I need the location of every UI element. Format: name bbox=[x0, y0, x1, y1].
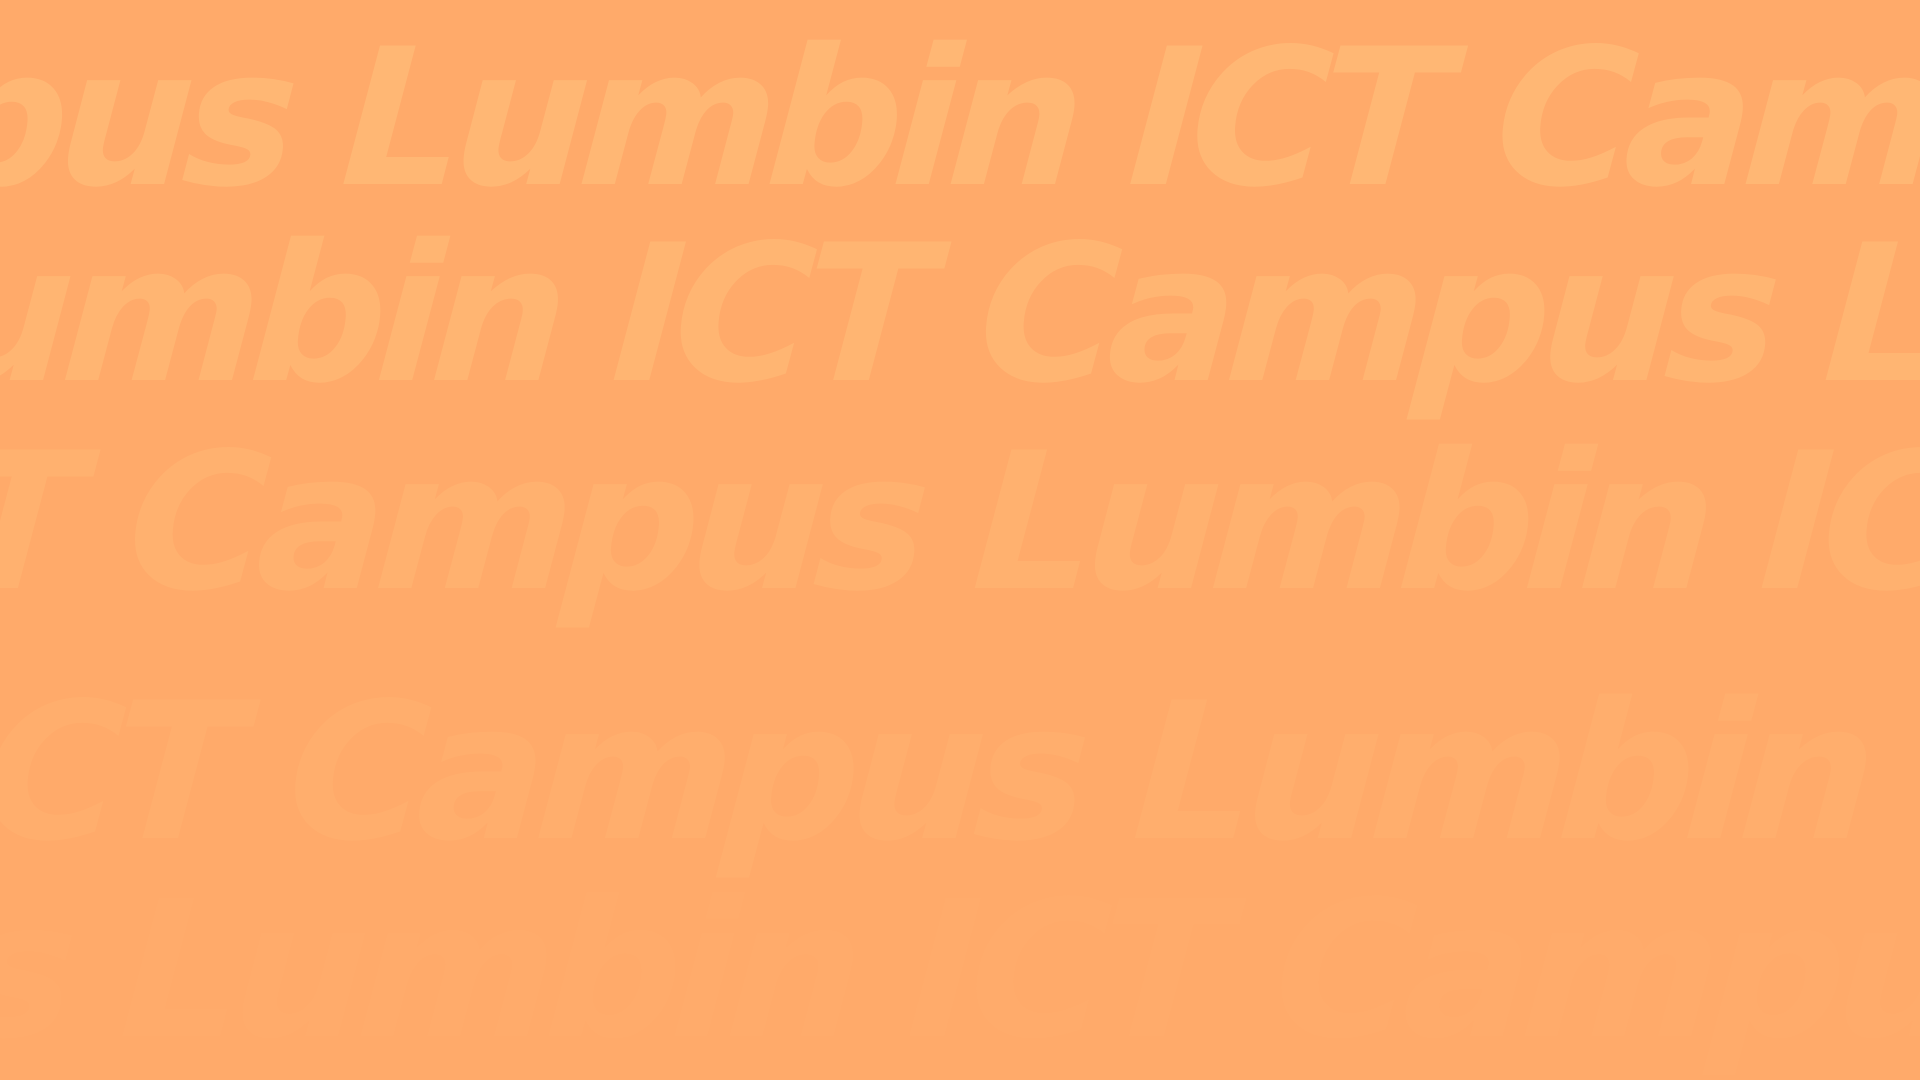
repeating-text-row-2: umbin ICT Campus Lu bbox=[0, 204, 1920, 425]
repeating-text-row-1: pus Lumbin ICT Camp bbox=[0, 8, 1920, 229]
row-text: s Lumbin ICT Campus bbox=[0, 860, 1920, 1080]
repeating-text-row-4: ICT Campus Lumbin I bbox=[0, 662, 1920, 883]
row-text: pus Lumbin ICT Camp bbox=[0, 8, 1920, 229]
repeating-text-row-5: s Lumbin ICT Campus bbox=[0, 860, 1920, 1080]
background-banner: pus Lumbin ICT Camp umbin ICT Campus Lu … bbox=[0, 0, 1920, 1080]
row-text: ICT Campus Lumbin I bbox=[0, 662, 1920, 883]
row-text: umbin ICT Campus Lu bbox=[0, 204, 1920, 425]
repeating-text-row-3: T Campus Lumbin ICT bbox=[0, 412, 1920, 633]
row-text: T Campus Lumbin ICT bbox=[0, 412, 1920, 633]
